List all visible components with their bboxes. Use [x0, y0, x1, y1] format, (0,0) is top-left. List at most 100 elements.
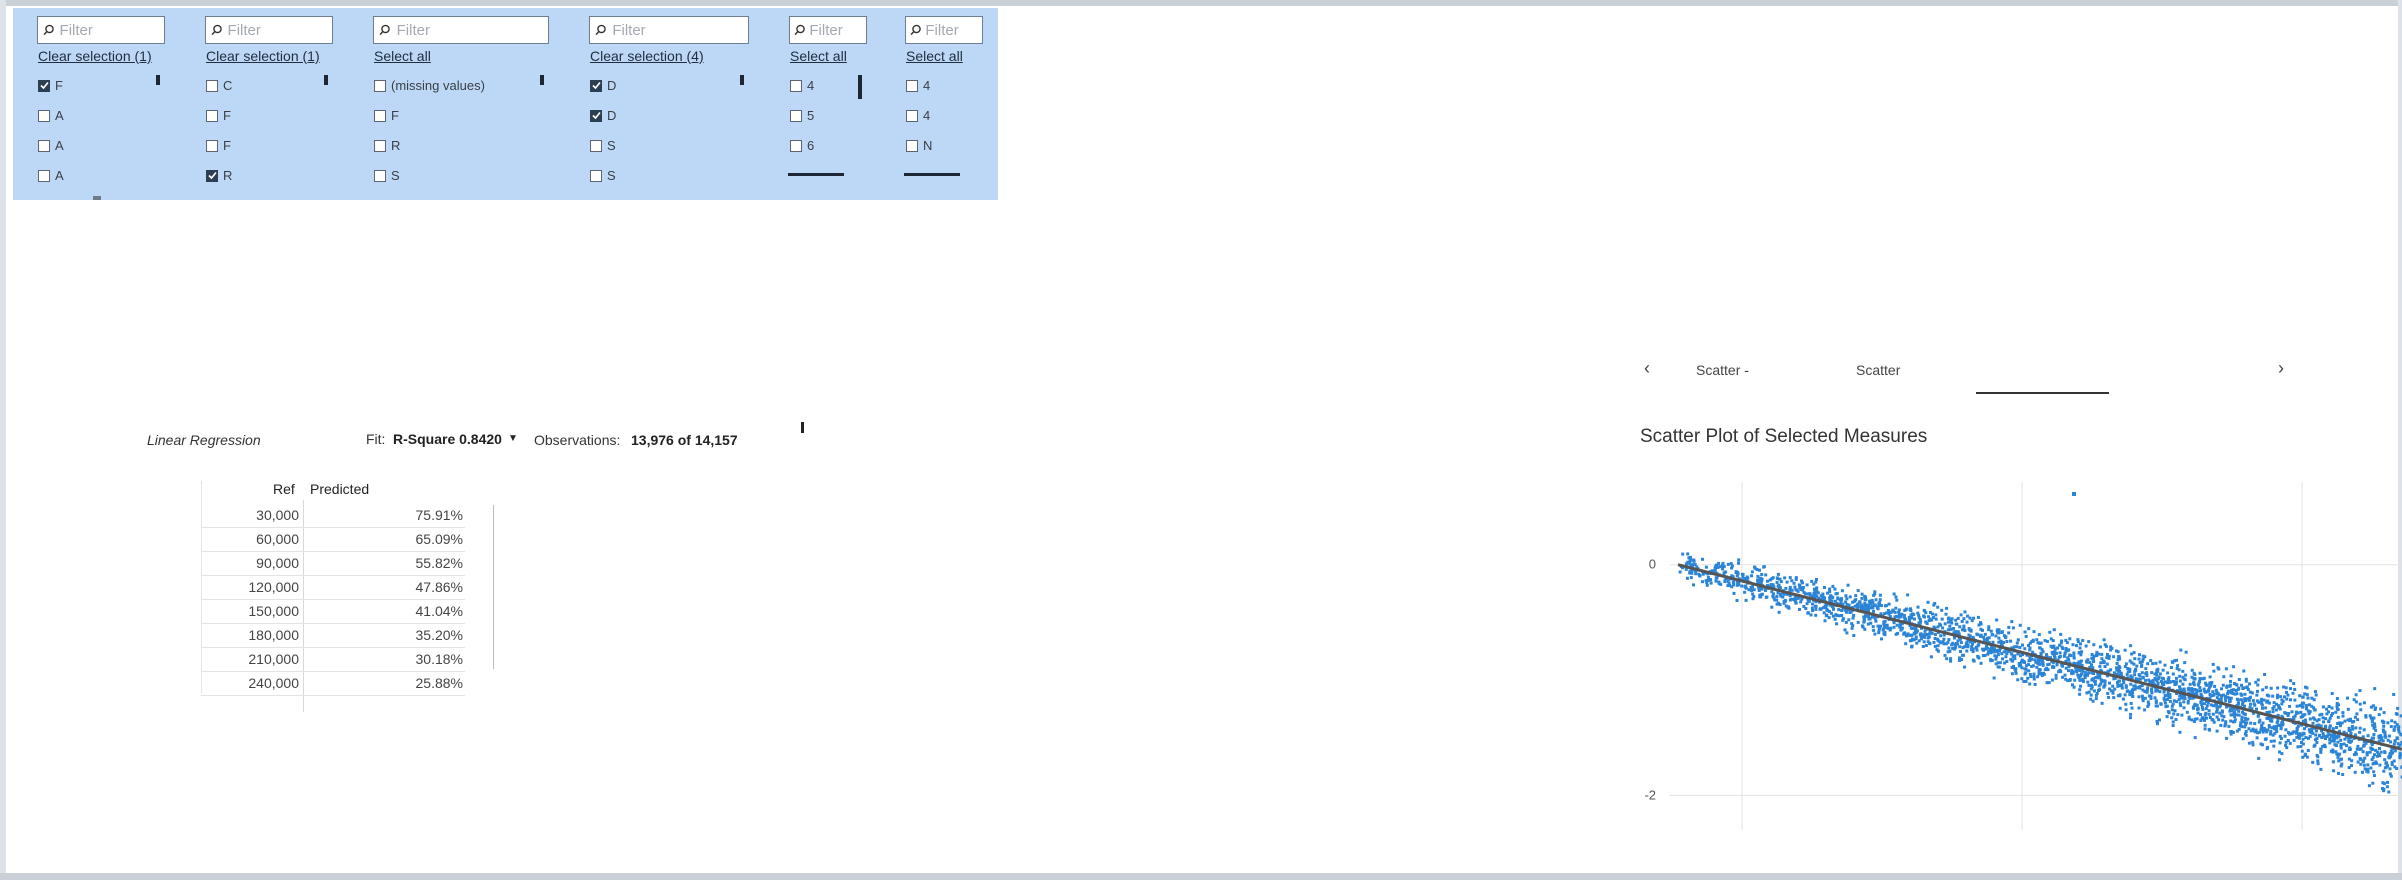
scrollbar-thumb[interactable] — [858, 75, 862, 99]
checkbox[interactable] — [38, 139, 50, 152]
checkbox[interactable] — [590, 109, 602, 122]
list-item[interactable]: A — [38, 108, 64, 123]
tab-scatter-2[interactable]: Scatter — [1856, 362, 1900, 378]
list-item[interactable]: S — [590, 138, 616, 153]
scatter-point — [1814, 613, 1818, 617]
checkbox[interactable] — [38, 169, 50, 182]
select-all-link[interactable]: Select all — [790, 48, 847, 64]
scatter-point — [1873, 617, 1877, 621]
chevron-down-icon[interactable]: ▼ — [508, 433, 518, 444]
list-item[interactable]: 4 — [790, 78, 814, 93]
tab-scatter-1[interactable]: Scatter - — [1696, 362, 1749, 378]
scatter-point — [1713, 568, 1717, 572]
scatter-point — [1972, 616, 1976, 620]
horizontal-scrollbar[interactable] — [788, 173, 844, 176]
checkbox[interactable] — [38, 79, 50, 92]
list-item[interactable]: S — [590, 168, 616, 183]
search-input[interactable] — [612, 21, 748, 39]
checkbox[interactable] — [374, 139, 386, 152]
scatter-point — [2304, 736, 2308, 739]
list-item[interactable]: A — [38, 168, 64, 183]
list-item[interactable]: S — [374, 168, 400, 183]
checkbox[interactable] — [38, 109, 50, 122]
scatter-point — [1766, 579, 1769, 583]
search-input-box[interactable] — [205, 16, 333, 44]
list-item[interactable]: C — [206, 78, 232, 93]
horizontal-scrollbar[interactable] — [904, 173, 960, 176]
chevron-right-icon[interactable]: › — [2278, 358, 2284, 379]
list-item[interactable]: 4 — [906, 108, 930, 123]
list-item[interactable]: (missing values) — [374, 78, 485, 93]
checkbox[interactable] — [906, 139, 918, 152]
checkbox[interactable] — [206, 139, 218, 152]
checkbox[interactable] — [790, 109, 802, 122]
search-input-box[interactable] — [589, 16, 749, 44]
search-input[interactable] — [396, 21, 548, 39]
scrollbar-thumb[interactable] — [156, 75, 160, 85]
search-input-box[interactable] — [905, 16, 983, 44]
drag-handle[interactable] — [801, 422, 804, 433]
scatter-point — [2115, 666, 2119, 670]
list-item[interactable]: D — [590, 78, 616, 93]
search-input[interactable] — [925, 21, 982, 39]
scatter-point — [1967, 633, 1971, 637]
list-item[interactable]: A — [38, 138, 64, 153]
chevron-left-icon[interactable]: ‹ — [1644, 358, 1650, 379]
scatter-point — [2336, 722, 2340, 725]
column-header-predicted[interactable]: Predicted — [310, 481, 369, 497]
list-item[interactable]: D — [590, 108, 616, 123]
column-header-ref[interactable]: Ref — [273, 481, 295, 497]
list-item[interactable]: R — [206, 168, 232, 183]
search-input-box[interactable] — [373, 16, 549, 44]
checkbox[interactable] — [590, 169, 602, 182]
select-all-link[interactable]: Select all — [906, 48, 963, 64]
search-input[interactable] — [227, 21, 332, 39]
list-item[interactable]: F — [38, 78, 63, 93]
checkbox[interactable] — [206, 109, 218, 122]
checkbox[interactable] — [590, 139, 602, 152]
clear-selection-link[interactable]: Clear selection (1) — [38, 48, 152, 64]
scrollbar-thumb[interactable] — [324, 75, 328, 85]
list-item[interactable]: 5 — [790, 108, 814, 123]
scrollbar-thumb[interactable] — [740, 75, 744, 85]
checkbox[interactable] — [790, 139, 802, 152]
scatter-point — [2269, 686, 2273, 690]
scatter-point — [2099, 661, 2103, 665]
search-input[interactable] — [809, 21, 866, 39]
list-item[interactable]: F — [206, 108, 231, 123]
checkbox[interactable] — [374, 79, 386, 92]
list-item[interactable]: N — [906, 138, 932, 153]
clear-selection-link[interactable]: Clear selection (4) — [590, 48, 704, 64]
scatter-point — [1879, 604, 1883, 607]
scrollbar-thumb[interactable] — [540, 75, 544, 85]
scatter-point — [1925, 622, 1929, 625]
select-all-link[interactable]: Select all — [374, 48, 431, 64]
list-item[interactable]: F — [206, 138, 231, 153]
scatter-point — [2295, 729, 2299, 733]
checkbox[interactable] — [206, 169, 218, 182]
list-item[interactable]: F — [374, 108, 399, 123]
scatter-point — [2178, 685, 2181, 689]
panel-resize-handle[interactable] — [93, 196, 101, 200]
scatter-point — [2253, 722, 2257, 726]
checkbox[interactable] — [906, 109, 918, 122]
checkbox[interactable] — [374, 169, 386, 182]
clear-selection-link[interactable]: Clear selection (1) — [206, 48, 320, 64]
search-input-box[interactable] — [37, 16, 165, 44]
scatter-point — [2141, 688, 2145, 692]
checkbox[interactable] — [374, 109, 386, 122]
checkbox[interactable] — [790, 79, 802, 92]
scatter-plot[interactable]: 0 -2 — [1630, 480, 2402, 840]
search-input-box[interactable] — [789, 16, 867, 44]
list-item[interactable]: 6 — [790, 138, 814, 153]
fit-dropdown[interactable]: R-Square 0.8420 — [393, 431, 502, 447]
scatter-point — [2192, 687, 2196, 691]
scatter-point — [1840, 609, 1844, 612]
checkbox[interactable] — [906, 79, 918, 92]
search-input[interactable] — [59, 21, 164, 39]
list-item[interactable]: R — [374, 138, 400, 153]
list-item[interactable]: 4 — [906, 78, 930, 93]
scatter-point — [1931, 612, 1934, 616]
checkbox[interactable] — [206, 79, 218, 92]
checkbox[interactable] — [590, 79, 602, 92]
